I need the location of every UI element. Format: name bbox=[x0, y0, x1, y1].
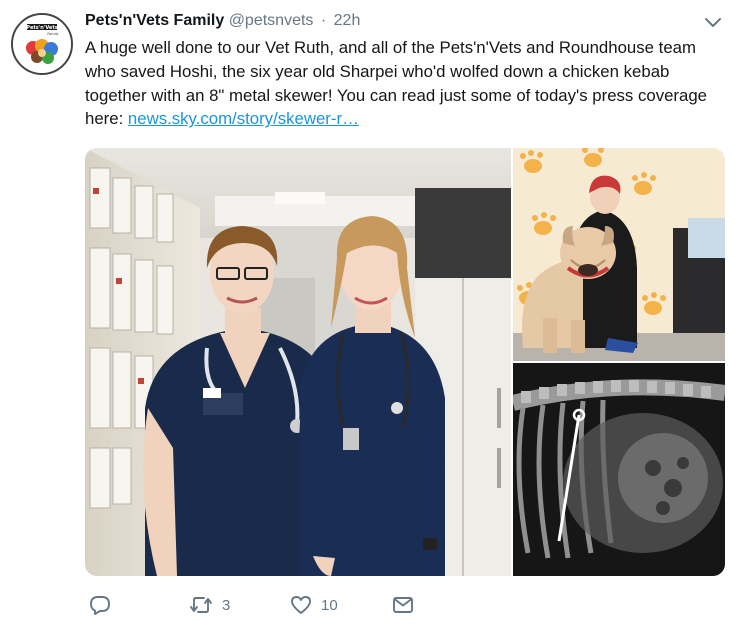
timestamp[interactable]: 22h bbox=[334, 12, 361, 29]
separator: · bbox=[320, 12, 327, 29]
svg-text:Family: Family bbox=[47, 32, 58, 36]
display-name[interactable]: Pets'n'Vets Family bbox=[85, 12, 224, 29]
like-count: 10 bbox=[321, 596, 338, 614]
handle[interactable]: @petsnvets bbox=[229, 12, 314, 29]
heart-icon bbox=[290, 594, 312, 616]
retweet-button[interactable]: 3 bbox=[189, 592, 230, 618]
svg-text:Pets'n'Vets: Pets'n'Vets bbox=[26, 25, 57, 31]
reply-icon bbox=[89, 594, 111, 616]
tweet-link[interactable]: news.sky.com/story/skewer-r… bbox=[128, 109, 359, 128]
like-button[interactable]: 10 bbox=[290, 592, 338, 618]
retweet-icon bbox=[189, 594, 213, 616]
tweet-header: Pets'n'Vets Family @petsnvets · 22h bbox=[85, 12, 360, 34]
photo-xray[interactable] bbox=[513, 363, 725, 576]
photo-vets[interactable] bbox=[85, 148, 511, 576]
media-grid bbox=[85, 148, 725, 576]
photo-sharpei[interactable] bbox=[513, 148, 725, 361]
action-bar: 3 10 bbox=[85, 592, 485, 620]
tweet-text: A huge well done to our Vet Ruth, and al… bbox=[85, 36, 725, 131]
chevron-down-icon[interactable] bbox=[704, 16, 722, 30]
reply-button[interactable] bbox=[89, 592, 111, 618]
direct-message-button[interactable] bbox=[392, 592, 414, 618]
envelope-icon bbox=[392, 594, 414, 616]
tweet[interactable]: Pets'n'Vets Family Pets'n'Vets Family @p… bbox=[0, 0, 735, 630]
avatar[interactable]: Pets'n'Vets Family bbox=[11, 13, 73, 75]
retweet-count: 3 bbox=[222, 596, 231, 614]
avatar-logo: Pets'n'Vets Family bbox=[13, 15, 71, 73]
